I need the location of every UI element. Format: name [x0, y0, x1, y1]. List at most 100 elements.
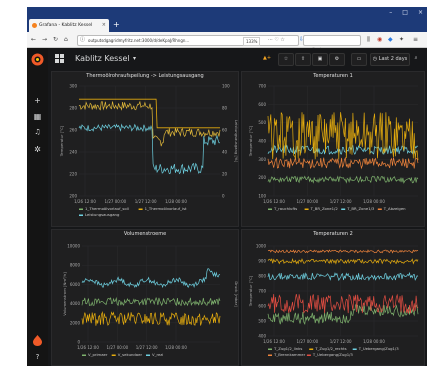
library-icon[interactable]: ⫼ — [367, 32, 370, 47]
series-line — [81, 311, 221, 326]
home-icon[interactable]: ⌂ — [64, 32, 68, 47]
y-tick-label: 300 — [258, 157, 266, 162]
close-icon[interactable]: × — [418, 9, 423, 16]
x-tick-label: 1/27 00:00 — [104, 199, 126, 204]
y2-tick-label: 80 — [222, 106, 228, 111]
new-tab-icon[interactable]: + — [113, 18, 120, 32]
y-axis-label: Temperatur [°C] — [248, 125, 253, 157]
add-panel-icon[interactable]: ▲+ — [260, 53, 274, 64]
add-icon[interactable]: + — [27, 96, 48, 105]
grafana-favicon-icon — [32, 23, 37, 28]
configuration-gear-icon[interactable]: ✲ — [27, 145, 48, 154]
chart-temperaturen-1: 700 600 500 400 300 200 1001/26 12:00 1/27 00:0… — [248, 84, 419, 211]
user-avatar-icon[interactable] — [32, 334, 43, 346]
back-icon[interactable]: ← — [31, 32, 36, 47]
sync-icon[interactable]: ✦ — [399, 32, 404, 47]
x-tick-label: 1/27 00:00 — [106, 345, 128, 350]
time-range-label: Last 2 days — [378, 56, 408, 62]
panel-temperaturen-2: Temperaturen 2 1000 900 800 700 600 500 400 1/2… — [241, 229, 425, 366]
y-tick-label: 400 — [258, 334, 266, 339]
y-tick-label: 280 — [69, 106, 77, 111]
tab-close-icon[interactable]: × — [102, 19, 106, 32]
chart-thermooel: 3002802602402202001008060402001/26 12:00… — [59, 84, 238, 218]
forward-icon[interactable]: → — [42, 32, 47, 47]
panel-thermooel: Thermoölrohraufspeilung -> Leistungsausg… — [51, 71, 239, 227]
y-tick-label: 200 — [258, 175, 266, 180]
dashboard-dropdown-icon[interactable]: ▾ — [133, 48, 136, 69]
time-range-picker[interactable]: ◷ Last 2 days — [370, 53, 410, 66]
y-tick-label: 400 — [258, 139, 266, 144]
series-line — [81, 296, 221, 307]
reload-icon[interactable]: ↻ — [53, 32, 58, 47]
legend-item: T_Uebergang/Zug1/3 — [312, 352, 354, 357]
x-tick-label: 1/27 12:00 — [135, 199, 157, 204]
pocket-icon[interactable]: ◆ — [388, 32, 393, 47]
maximize-icon[interactable]: □ — [402, 9, 408, 16]
extension-icon[interactable]: ◉ — [377, 32, 382, 47]
menu-bar: Datei Bearbeiten Ansicht Chronik Lesezei… — [27, 7, 427, 24]
search-input[interactable]: Suchen — [303, 35, 361, 53]
legend-item: V_rezi — [152, 352, 163, 357]
legend-item: T_Brennkammer — [273, 352, 306, 357]
url-bar[interactable]: ⓘ outputsdgagridmyfritz.net:3000/d/deKpa… — [77, 35, 299, 46]
y-tick-label: 800 — [258, 274, 266, 279]
y-tick-label: 500 — [258, 319, 266, 324]
y2-tick-label: 0 — [222, 194, 225, 199]
panel-temperaturen-1: Temperaturen 1 700 600 500 400 300 200 100 1/26… — [241, 71, 425, 227]
share-icon[interactable]: ⇪ — [295, 53, 311, 66]
y2-tick-label: 20 — [222, 172, 228, 177]
legend-swatch — [304, 208, 309, 210]
legend-swatch — [79, 214, 83, 216]
y-tick-label: 100 — [258, 194, 266, 199]
zoom-level[interactable]: 133% — [243, 37, 261, 46]
y2-axis-label: Leistungsausgang [%] — [234, 120, 238, 163]
x-tick-label: 1/28 00:00 — [165, 199, 187, 204]
y-tick-label: 220 — [69, 172, 77, 177]
legend-swatch — [268, 348, 272, 350]
legend-swatch — [82, 354, 86, 356]
legend-item: T_Zug1/2_links — [273, 346, 302, 351]
hamburger-menu-icon[interactable]: ≡ — [413, 32, 418, 47]
y-axis-label: Volumenstrom [Nm³/h] — [62, 272, 67, 316]
legend-item: Leistungsausgang — [85, 212, 120, 217]
help-icon[interactable]: ? — [27, 353, 48, 361]
y-tick-label: 260 — [69, 128, 77, 133]
y-tick-label: 600 — [258, 304, 266, 309]
legend-swatch — [138, 208, 143, 210]
y-axis-label: Temperatur [°C] — [59, 125, 64, 157]
y2-axis-label: Druck [mbar] — [234, 281, 238, 307]
x-tick-label: 1/27 00:00 — [296, 199, 318, 204]
dashboard-title[interactable]: Kablitz Kessel — [75, 48, 130, 69]
legend-item: 1_Thermoölvorlauf_soll — [85, 206, 129, 211]
save-icon[interactable]: ▣ — [312, 53, 328, 66]
x-tick-label: 1/28 00:00 — [363, 339, 385, 344]
star-icon[interactable]: ☆ — [278, 53, 294, 66]
legend-swatch — [309, 348, 314, 350]
y-tick-label: 2000 — [70, 320, 81, 325]
settings-gear-icon[interactable]: ⚙ — [329, 53, 345, 66]
y2-tick-label: 60 — [222, 128, 228, 133]
y-axis-label: Temperatur [°C] — [248, 275, 253, 307]
grafana-sidebar: + ▦ ♫ ✲ ? — [27, 48, 48, 366]
minimize-icon[interactable]: – — [389, 9, 392, 16]
y-tick-label: 500 — [258, 120, 266, 125]
legend-item: T_Zug1/2_rechts — [314, 346, 346, 351]
x-tick-label: 1/26 12:00 — [77, 345, 99, 350]
grafana-logo-icon[interactable] — [31, 53, 44, 66]
y-tick-label: 600 — [258, 102, 266, 107]
y-tick-label: 1000 — [256, 244, 267, 249]
legend-item: V_primaer — [88, 352, 108, 357]
dashboards-icon[interactable]: ▦ — [27, 112, 48, 121]
y-tick-label: 4000 — [70, 301, 81, 306]
alerting-bell-icon[interactable]: ♫ — [27, 128, 48, 136]
legend-swatch — [306, 354, 311, 356]
legend-item: T_Uebergang/Zug1/3 — [358, 346, 400, 351]
x-tick-label: 1/26 12:00 — [263, 339, 285, 344]
legend-swatch — [268, 354, 272, 356]
y2-tick-label: 40 — [222, 150, 228, 155]
zoom-out-icon[interactable]: ⌕ — [410, 53, 422, 64]
page-actions-icon[interactable]: ··· ♡ ☆ — [268, 36, 285, 45]
legend-swatch — [146, 354, 150, 356]
browser-tab[interactable]: Grafana - Kablitz Kessel × — [29, 19, 109, 32]
tv-mode-icon[interactable]: ▭ — [351, 53, 367, 66]
